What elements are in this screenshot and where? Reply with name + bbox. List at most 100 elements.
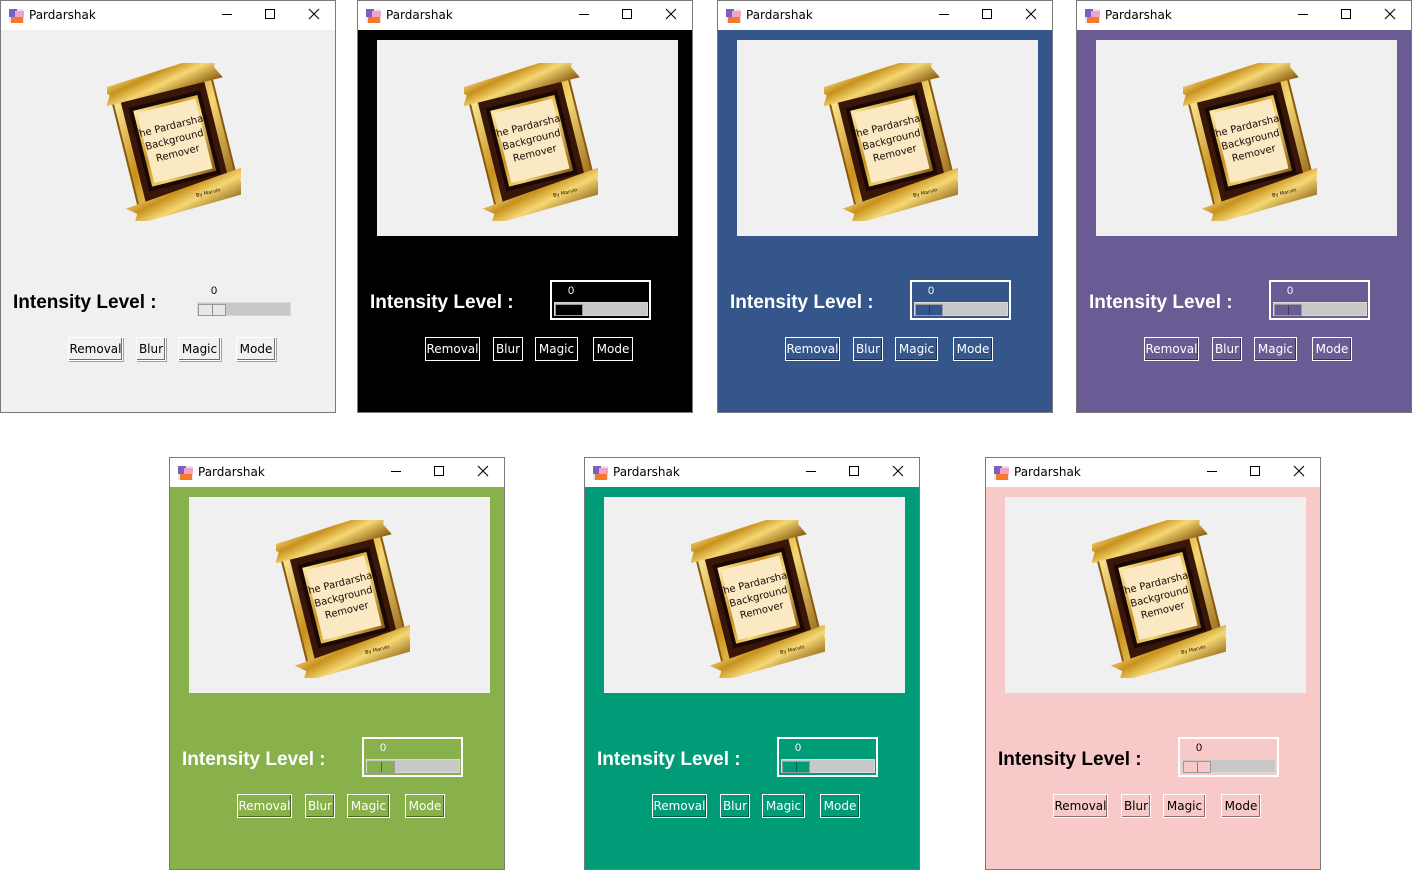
blur-button[interactable]: Blur — [1121, 794, 1151, 818]
magic-button[interactable]: Magic — [1163, 794, 1206, 818]
blur-button[interactable]: Blur — [1212, 337, 1242, 361]
mode-button[interactable]: Mode — [1221, 794, 1261, 818]
intensity-slider[interactable]: 0 — [550, 280, 651, 320]
app-icon — [994, 465, 1009, 480]
title-bar[interactable]: Pardarshak — [1, 1, 335, 30]
maximize-icon[interactable] — [1248, 464, 1262, 478]
close-icon[interactable] — [891, 464, 905, 478]
minimize-icon[interactable] — [1296, 7, 1310, 21]
magic-button[interactable]: Magic — [347, 794, 390, 818]
mode-button[interactable]: Mode — [593, 337, 633, 361]
slider-thumb[interactable] — [915, 304, 943, 316]
removal-button[interactable]: Removal — [1144, 337, 1199, 361]
maximize-icon[interactable] — [620, 7, 634, 21]
mode-button[interactable]: Mode — [1312, 337, 1352, 361]
title-bar[interactable]: Pardarshak — [1077, 1, 1411, 30]
intensity-slider[interactable]: 0 — [1178, 737, 1279, 777]
blur-button[interactable]: Blur — [136, 337, 166, 361]
minimize-icon[interactable] — [804, 464, 818, 478]
app-window-7: Pardarshak The Pardarshak Background Rem… — [985, 457, 1321, 870]
blur-button[interactable]: Blur — [493, 337, 523, 361]
image-preview-panel: The Pardarshak Background Remover By Mar… — [604, 497, 905, 693]
close-icon[interactable] — [476, 464, 490, 478]
image-preview-panel: The Pardarshak Background Remover By Mar… — [20, 40, 321, 236]
minimize-icon[interactable] — [1205, 464, 1219, 478]
mode-button[interactable]: Mode — [820, 794, 860, 818]
magic-button[interactable]: Magic — [895, 337, 938, 361]
title-bar[interactable]: Pardarshak — [585, 458, 919, 487]
minimize-icon[interactable] — [220, 7, 234, 21]
maximize-icon[interactable] — [263, 7, 277, 21]
magic-button[interactable]: Magic — [535, 337, 578, 361]
intensity-value: 0 — [928, 285, 935, 297]
maximize-icon[interactable] — [847, 464, 861, 478]
intensity-value: 0 — [1287, 285, 1294, 297]
image-preview-panel: The Pardarshak Background Remover By Mar… — [737, 40, 1038, 236]
title-bar[interactable]: Pardarshak — [358, 1, 692, 30]
blur-button[interactable]: Blur — [853, 337, 883, 361]
intensity-level-label: Intensity Level : — [182, 749, 326, 770]
magic-button[interactable]: Magic — [762, 794, 805, 818]
app-window-3: Pardarshak The Pardarshak Background Rem… — [717, 0, 1053, 413]
slider-trough[interactable] — [197, 302, 291, 316]
minimize-icon[interactable] — [937, 7, 951, 21]
maximize-icon[interactable] — [432, 464, 446, 478]
app-icon — [1085, 8, 1100, 23]
slider-thumb[interactable] — [1274, 304, 1302, 316]
mode-button[interactable]: Mode — [405, 794, 445, 818]
minimize-icon[interactable] — [389, 464, 403, 478]
close-icon[interactable] — [1024, 7, 1038, 21]
title-bar[interactable]: Pardarshak — [986, 458, 1320, 487]
slider-trough[interactable] — [1273, 302, 1367, 316]
intensity-slider[interactable]: 0 — [362, 737, 463, 777]
slider-trough[interactable] — [1182, 759, 1276, 773]
slider-trough[interactable] — [366, 759, 460, 773]
minimize-icon[interactable] — [577, 7, 591, 21]
intensity-slider[interactable]: 0 — [1269, 280, 1370, 320]
intensity-level-label: Intensity Level : — [597, 749, 741, 770]
mode-button[interactable]: Mode — [953, 337, 993, 361]
close-icon[interactable] — [307, 7, 321, 21]
pardarshak-logo: The Pardarshak Background Remover By Mar… — [824, 63, 958, 221]
title-bar[interactable]: Pardarshak — [170, 458, 504, 487]
slider-thumb[interactable] — [555, 304, 583, 316]
close-icon[interactable] — [664, 7, 678, 21]
mode-button[interactable]: Mode — [236, 337, 276, 361]
intensity-value: 0 — [568, 285, 575, 297]
window-title: Pardarshak — [198, 465, 265, 479]
close-icon[interactable] — [1383, 7, 1397, 21]
maximize-icon[interactable] — [1339, 7, 1353, 21]
intensity-value: 0 — [795, 742, 802, 754]
blur-button[interactable]: Blur — [305, 794, 335, 818]
magic-button[interactable]: Magic — [178, 337, 221, 361]
pardarshak-logo: The Pardarshak Background Remover By Mar… — [691, 520, 825, 678]
pardarshak-logo: The Pardarshak Background Remover By Mar… — [1183, 63, 1317, 221]
title-bar[interactable]: Pardarshak — [718, 1, 1052, 30]
maximize-icon[interactable] — [980, 7, 994, 21]
removal-button[interactable]: Removal — [237, 794, 292, 818]
removal-button[interactable]: Removal — [68, 337, 123, 361]
slider-trough[interactable] — [914, 302, 1008, 316]
magic-button[interactable]: Magic — [1254, 337, 1297, 361]
slider-thumb[interactable] — [1183, 761, 1211, 773]
intensity-slider[interactable]: 0 — [777, 737, 878, 777]
removal-button[interactable]: Removal — [425, 337, 480, 361]
blur-button[interactable]: Blur — [720, 794, 750, 818]
intensity-slider[interactable]: 0 — [910, 280, 1011, 320]
intensity-level-label: Intensity Level : — [370, 292, 514, 313]
removal-button[interactable]: Removal — [1053, 794, 1108, 818]
slider-trough[interactable] — [781, 759, 875, 773]
slider-thumb[interactable] — [367, 761, 395, 773]
slider-trough[interactable] — [554, 302, 648, 316]
removal-button[interactable]: Removal — [785, 337, 840, 361]
removal-button[interactable]: Removal — [652, 794, 707, 818]
intensity-value: 0 — [1196, 742, 1203, 754]
intensity-slider[interactable]: 0 — [193, 280, 294, 320]
app-icon — [726, 8, 741, 23]
window-title: Pardarshak — [1105, 8, 1172, 22]
close-icon[interactable] — [1292, 464, 1306, 478]
window-client-area: The Pardarshak Background Remover By Mar… — [585, 487, 919, 869]
app-icon — [178, 465, 193, 480]
slider-thumb[interactable] — [782, 761, 810, 773]
slider-thumb[interactable] — [198, 304, 226, 316]
